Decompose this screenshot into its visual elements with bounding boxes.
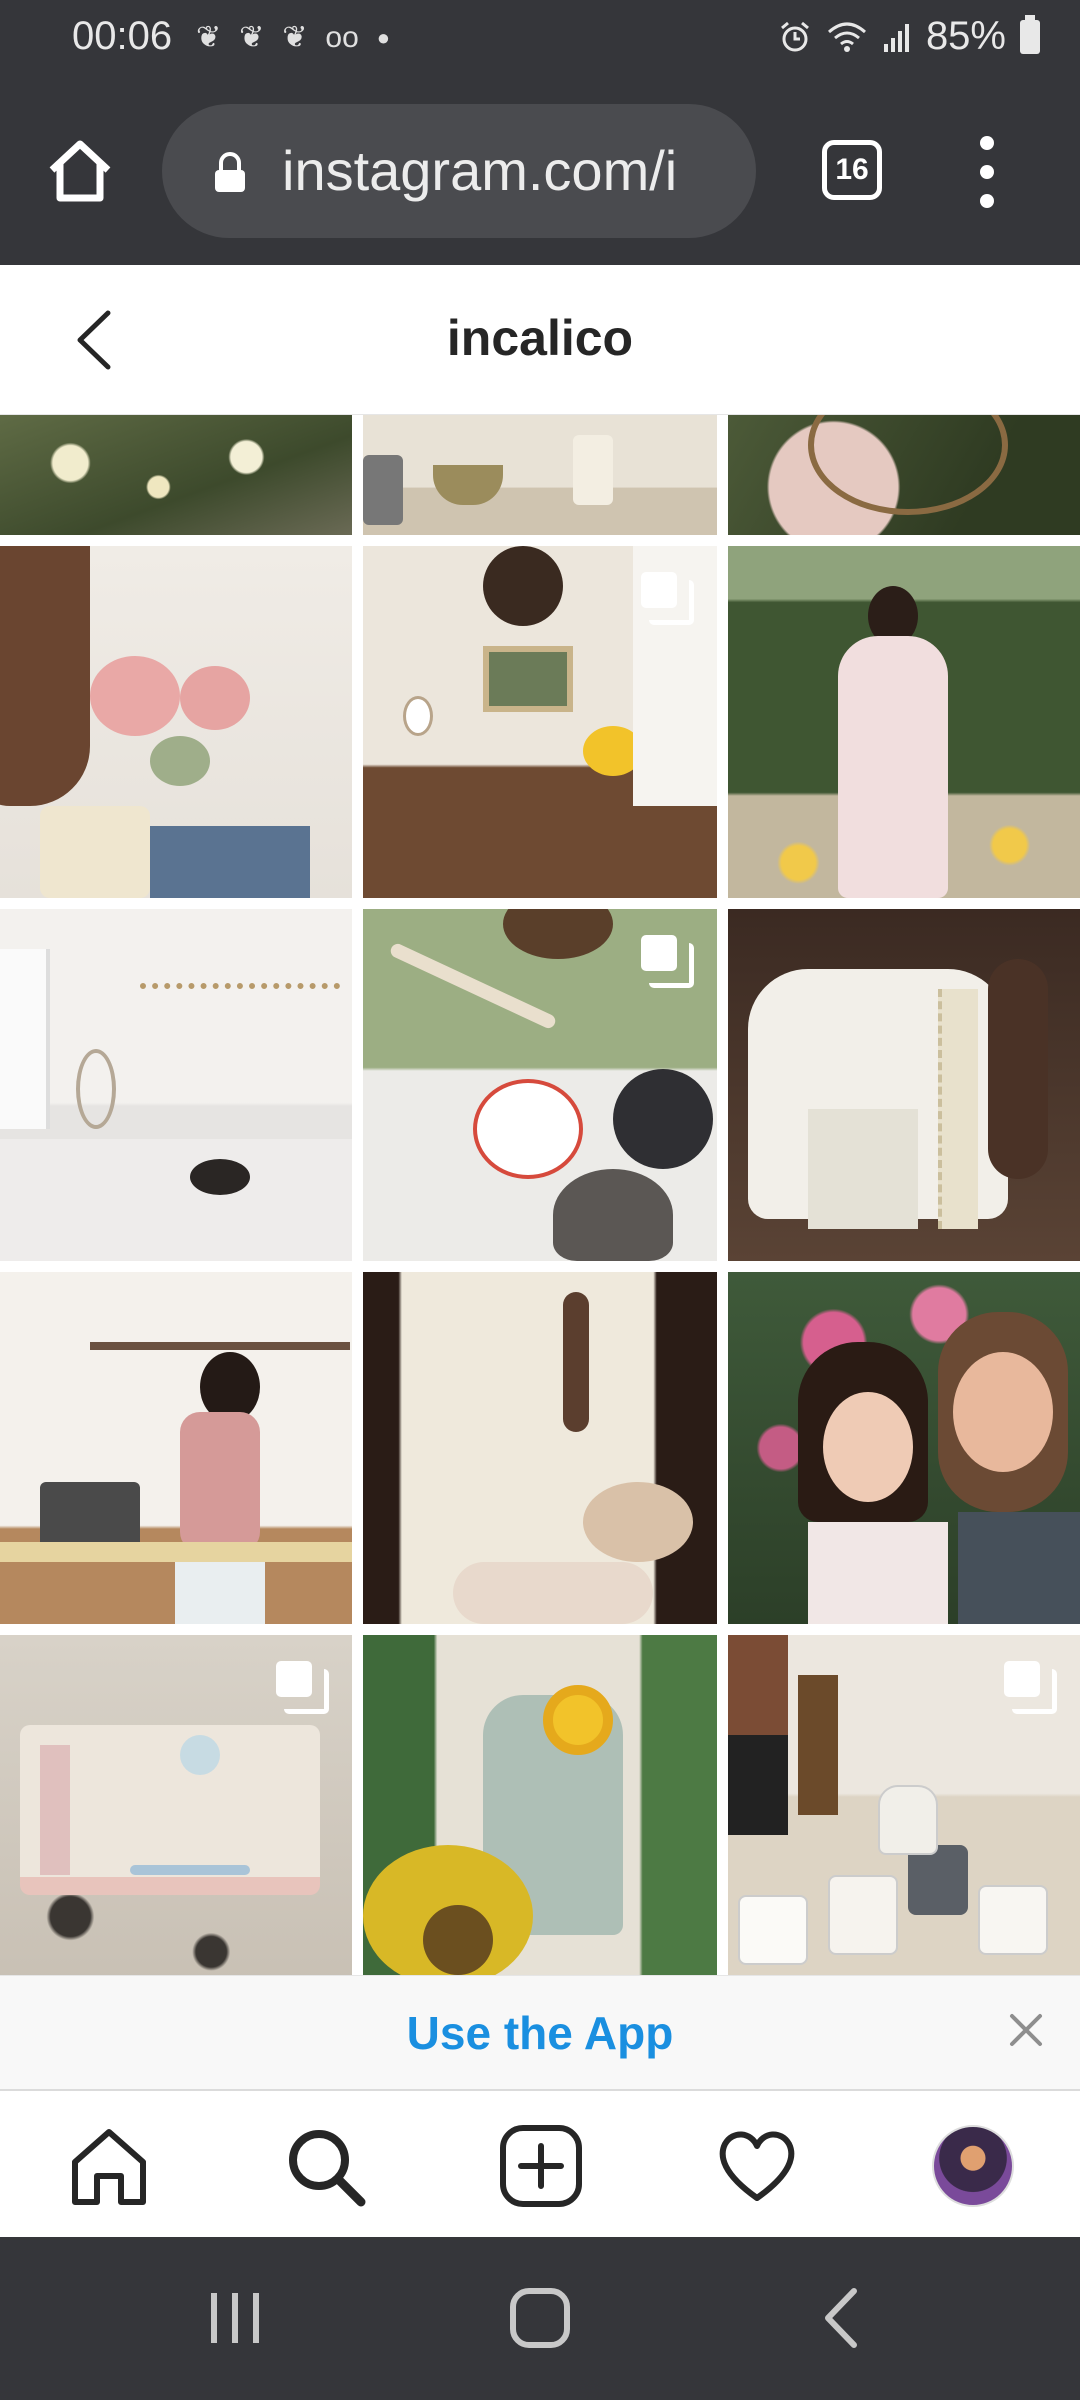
tab-switcher-button[interactable]: 16 bbox=[822, 140, 882, 200]
recent-apps-icon[interactable] bbox=[200, 2283, 270, 2353]
evernote-icon: ❦ bbox=[196, 21, 222, 54]
evernote-icon: ❦ bbox=[239, 21, 265, 54]
battery-percent: 85% bbox=[925, 14, 1006, 58]
status-bar: 00:06 ❦ ❦ ❦ oo ● 85% bbox=[0, 0, 1080, 78]
alarm-icon bbox=[780, 21, 809, 51]
use-app-banner: Use the App bbox=[0, 1975, 1080, 2089]
url-text: instagram.com/i bbox=[282, 139, 678, 202]
signal-icon bbox=[883, 23, 909, 52]
multiple-photos-icon bbox=[276, 1661, 329, 1714]
post-basket-flowers[interactable] bbox=[728, 415, 1080, 535]
add-post-icon bbox=[500, 2125, 582, 2207]
nav-activity[interactable] bbox=[712, 2121, 802, 2211]
search-icon bbox=[289, 2130, 366, 2207]
system-navigation-bar bbox=[0, 2237, 1080, 2400]
post-kitchen-pink-sweater[interactable] bbox=[0, 1272, 352, 1624]
heart-icon bbox=[719, 2131, 795, 2201]
post-bedroom[interactable] bbox=[0, 909, 352, 1261]
post-kitchen-counter[interactable] bbox=[363, 415, 717, 535]
multiple-photos-icon bbox=[641, 572, 694, 625]
system-indicators: 85% bbox=[778, 14, 1040, 59]
nav-home[interactable] bbox=[64, 2121, 154, 2211]
post-grid bbox=[0, 415, 1080, 1975]
post-couple-selfie[interactable] bbox=[728, 1272, 1080, 1624]
home-button-icon[interactable] bbox=[505, 2283, 575, 2353]
post-strawberry-plate-cat[interactable] bbox=[363, 909, 717, 1261]
battery-icon bbox=[1020, 14, 1040, 54]
profile-header: incalico bbox=[0, 265, 1080, 415]
post-floral-dress-garden[interactable] bbox=[728, 546, 1080, 898]
notification-icons: ❦ ❦ ❦ oo ● bbox=[196, 20, 390, 55]
browser-toolbar: instagram.com/i 16 bbox=[0, 78, 1080, 265]
evernote-icon: ❦ bbox=[282, 21, 308, 54]
nav-search[interactable] bbox=[280, 2121, 370, 2211]
post-white-dress-flowers[interactable] bbox=[363, 1272, 717, 1624]
wifi-icon bbox=[827, 22, 866, 52]
dot-icon: ● bbox=[376, 24, 391, 50]
avatar bbox=[932, 2125, 1014, 2207]
voicemail-icon: oo bbox=[325, 20, 359, 54]
use-the-app-link[interactable]: Use the App bbox=[0, 2006, 1080, 2060]
home-icon bbox=[72, 2129, 146, 2205]
post-desk-wall-decor[interactable] bbox=[363, 546, 717, 898]
post-lace-blouse[interactable] bbox=[728, 909, 1080, 1261]
close-icon[interactable] bbox=[1004, 2008, 1048, 2052]
nav-profile[interactable] bbox=[928, 2121, 1018, 2211]
lock-icon bbox=[215, 152, 245, 192]
post-rose-sweatshirt[interactable] bbox=[0, 546, 352, 898]
nav-new-post[interactable] bbox=[496, 2121, 586, 2211]
bottom-navigation bbox=[0, 2089, 1080, 2237]
multiple-photos-icon bbox=[641, 935, 694, 988]
page-title: incalico bbox=[446, 310, 634, 366]
back-icon[interactable] bbox=[808, 2283, 878, 2353]
post-mugs-collection[interactable] bbox=[728, 1635, 1080, 1975]
post-flowers-garden[interactable] bbox=[0, 415, 352, 535]
address-bar[interactable]: instagram.com/i bbox=[162, 104, 756, 238]
home-icon[interactable] bbox=[44, 134, 116, 206]
browser-menu-icon[interactable] bbox=[972, 136, 1002, 208]
status-time: 00:06 bbox=[72, 14, 173, 58]
post-embroidered-book[interactable] bbox=[0, 1635, 352, 1975]
multiple-photos-icon bbox=[1004, 1661, 1057, 1714]
post-sunflowers[interactable] bbox=[363, 1635, 717, 1975]
